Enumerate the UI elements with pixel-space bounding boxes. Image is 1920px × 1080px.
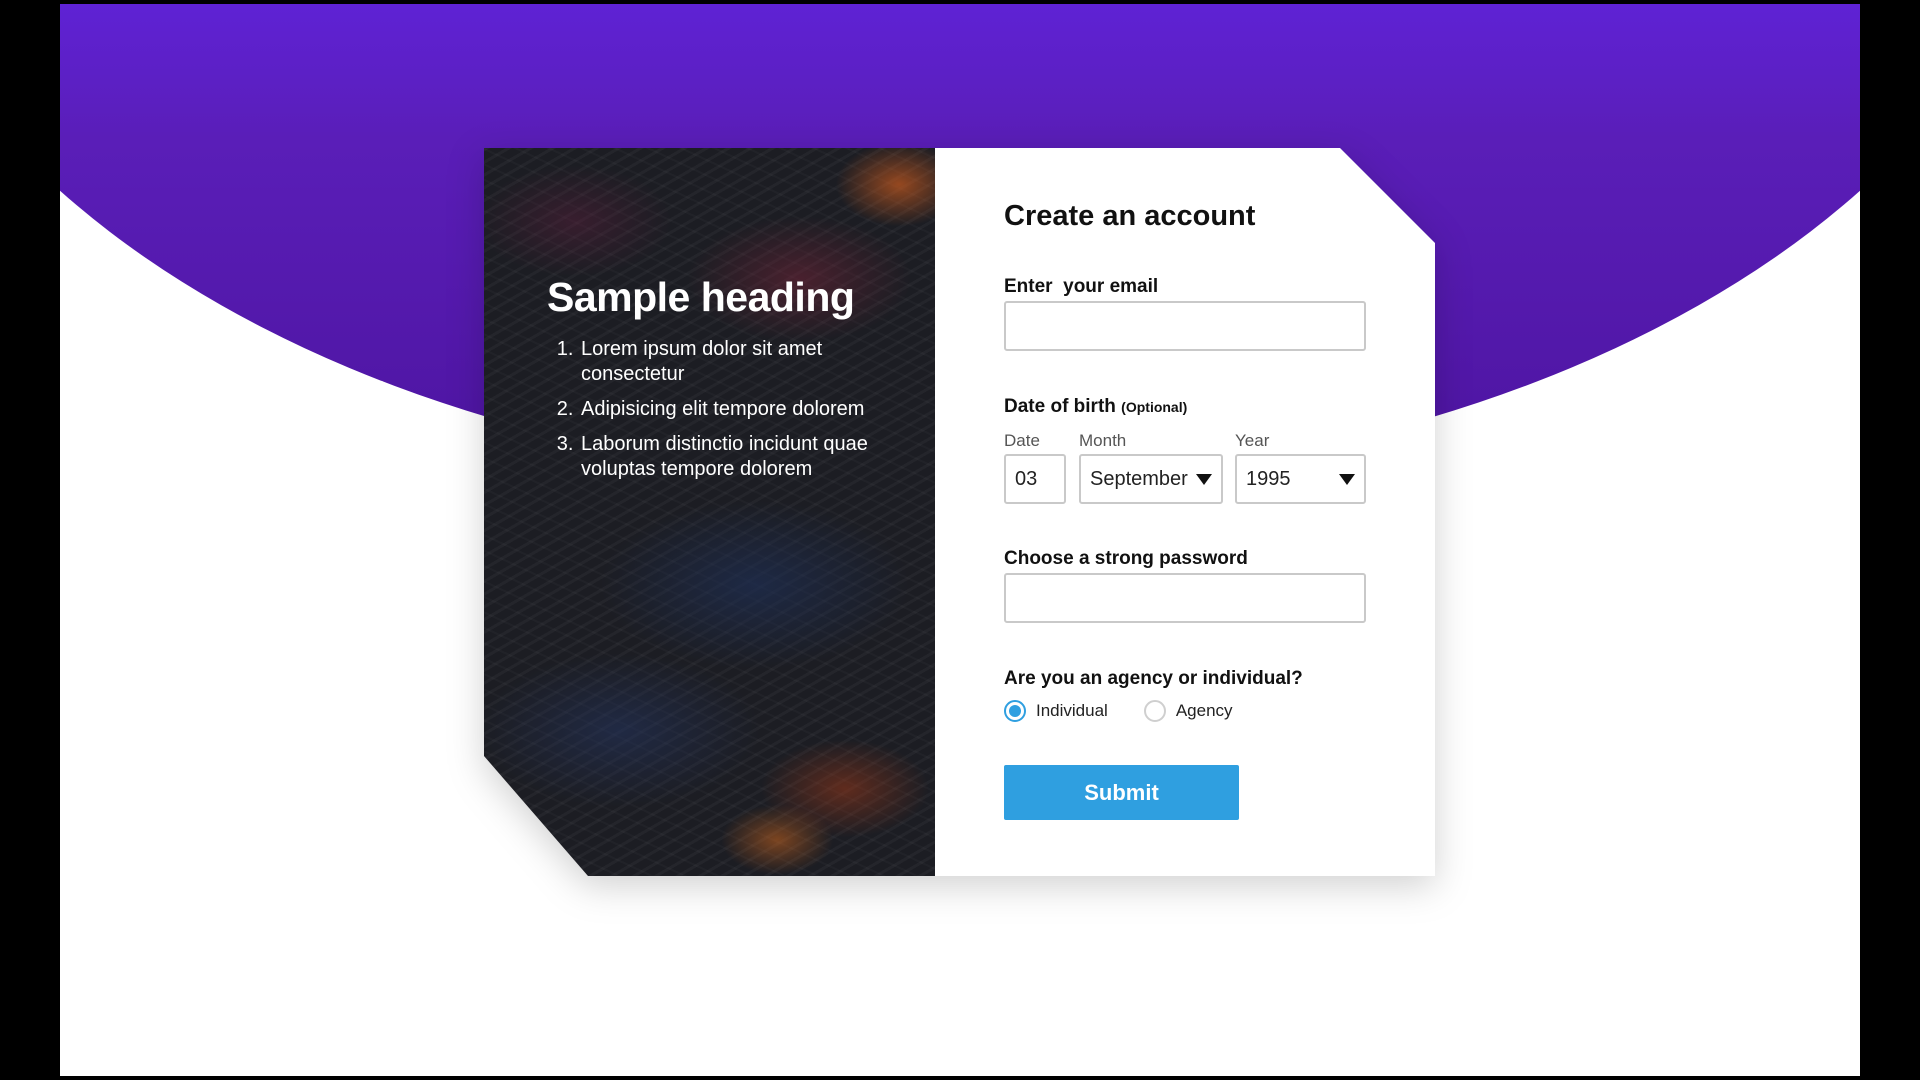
art-list-item: Adipisicing elit tempore dolorem — [579, 397, 877, 422]
password-input[interactable] — [1004, 573, 1366, 623]
signup-card: Sample heading Lorem ipsum dolor sit ame… — [484, 148, 1435, 876]
year-sublabel: Year — [1235, 431, 1270, 450]
form-panel: Create an account Enter your email Date … — [935, 148, 1435, 876]
year-value: 1995 — [1246, 467, 1291, 490]
radio-individual-label: Individual — [1036, 701, 1108, 720]
account-type-label: Are you an agency or individual? — [1004, 668, 1303, 689]
submit-button[interactable]: Submit — [1004, 765, 1239, 820]
month-sublabel: Month — [1079, 431, 1127, 450]
month-value: September — [1090, 467, 1188, 490]
date-sublabel: Date — [1004, 431, 1040, 450]
art-heading: Sample heading — [547, 274, 855, 320]
radio-unchecked-icon — [1143, 700, 1166, 722]
email-input[interactable] — [1004, 301, 1366, 351]
date-input[interactable]: 03 — [1004, 454, 1066, 504]
year-select[interactable]: 1995 — [1235, 454, 1366, 504]
art-content: Sample heading Lorem ipsum dolor sit ame… — [547, 274, 877, 492]
radio-checked-icon — [1004, 700, 1026, 722]
radio-individual[interactable]: Individual — [1004, 700, 1108, 722]
chevron-down-icon — [1339, 473, 1355, 485]
account-type-radio-group: Individual Agency — [1004, 700, 1269, 722]
email-label: Enter your email — [1004, 276, 1158, 298]
radio-agency-label: Agency — [1175, 701, 1233, 720]
dob-optional-text: (Optional) — [1121, 399, 1188, 415]
art-list-item: Laborum distinctio incidunt quae volupta… — [579, 432, 877, 482]
dob-label-text: Date of birth — [1004, 396, 1116, 417]
art-list-item: Lorem ipsum dolor sit amet consectetur — [579, 337, 877, 387]
dob-label: Date of birth (Optional) — [1004, 396, 1187, 418]
radio-agency[interactable]: Agency — [1143, 700, 1233, 722]
date-value: 03 — [1015, 467, 1038, 490]
page: Sample heading Lorem ipsum dolor sit ame… — [60, 4, 1860, 1076]
art-panel: Sample heading Lorem ipsum dolor sit ame… — [484, 148, 935, 876]
email-label-text: Enter your email — [1004, 276, 1159, 297]
password-label: Choose a strong password — [1004, 548, 1248, 569]
art-list: Lorem ipsum dolor sit amet consectetur A… — [547, 337, 877, 482]
month-select[interactable]: September — [1079, 454, 1223, 504]
chevron-down-icon — [1196, 473, 1212, 485]
form-title: Create an account — [1004, 200, 1256, 232]
